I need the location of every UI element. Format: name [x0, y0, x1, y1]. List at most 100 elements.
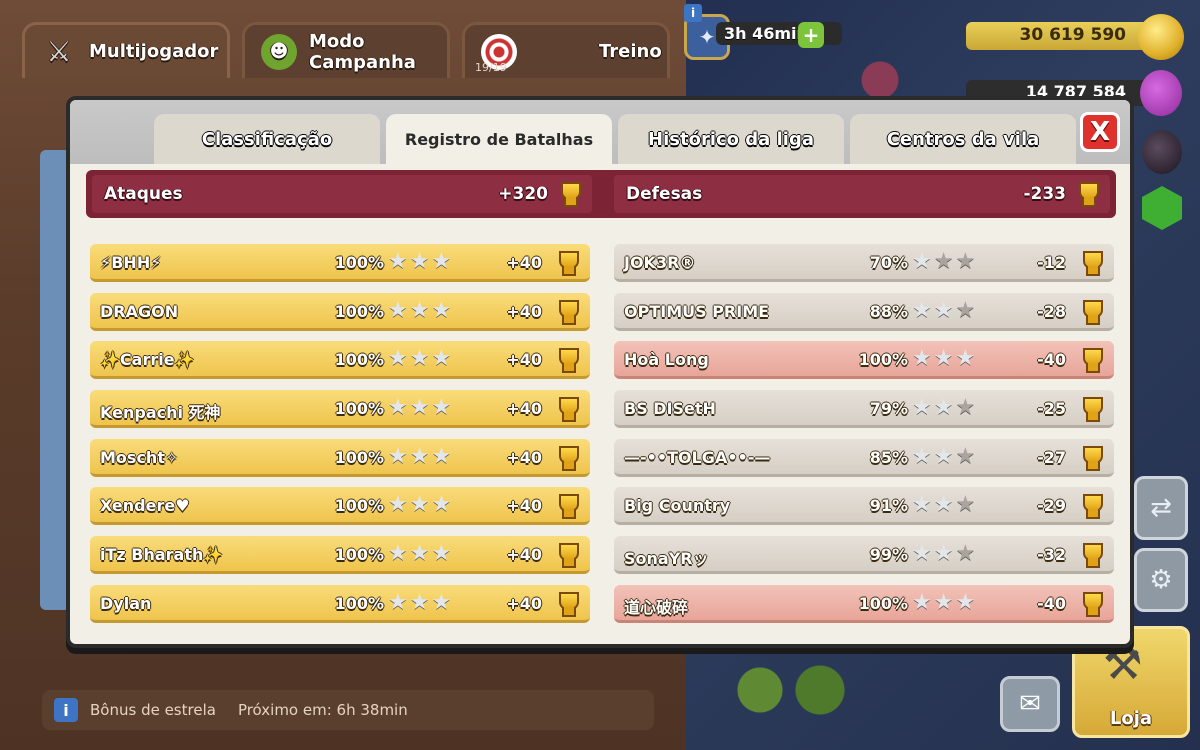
trophy-icon: [1080, 591, 1103, 617]
star-icon: ★: [431, 395, 452, 421]
star-rating: ★ ★ ★: [912, 396, 975, 420]
star-rating: ★ ★ ★: [388, 396, 451, 420]
trophy-icon: [556, 591, 579, 617]
tab-campaign[interactable]: ☻ Modo Campanha: [242, 22, 450, 78]
defenses-summary: Defesas -233: [614, 175, 1110, 213]
attack-row[interactable]: ✨Carrie✨ 100% ★ ★ ★ +40: [90, 341, 590, 380]
star-bonus-bar: i Bônus de estrela Próximo em: 6h 38min: [42, 690, 654, 730]
defenses-label: Defesas: [626, 184, 703, 204]
player-name: Moscht✧: [100, 447, 179, 467]
trophy-change: +40: [506, 350, 542, 370]
defense-row[interactable]: SonaYRッ 99% ★ ★ ★ -32: [614, 536, 1114, 575]
trophy-change: +40: [506, 399, 542, 419]
star-icon: ★: [912, 395, 932, 421]
star-icon: ★: [933, 589, 954, 615]
tab-training[interactable]: 19/19 Treino: [462, 22, 670, 78]
tab-multiplayer[interactable]: ⚔ Multijogador: [22, 22, 230, 78]
player-name: Xendere♥: [100, 496, 190, 516]
trophy-icon: [556, 543, 579, 569]
defense-row[interactable]: OPTIMUS PRIME 88% ★ ★ ★ -28: [614, 292, 1114, 331]
tab-league-history[interactable]: Histórico da liga: [618, 114, 844, 164]
destruction-percent: 100%: [334, 447, 384, 467]
attack-row[interactable]: DRAGON 100% ★ ★ ★ +40: [90, 292, 590, 331]
star-icon: ★: [409, 541, 430, 567]
attack-row[interactable]: Moscht✧ 100% ★ ★ ★ +40: [90, 438, 590, 477]
attack-row[interactable]: Dylan 100% ★ ★ ★ +40: [90, 584, 590, 623]
star-icon: ★: [955, 492, 976, 518]
close-button[interactable]: X: [1080, 112, 1120, 152]
tab-town-halls[interactable]: Centros da vila: [850, 114, 1076, 164]
destruction-percent: 70%: [869, 253, 908, 272]
star-icon: ★: [933, 346, 954, 372]
star-icon: ★: [933, 443, 954, 469]
attacks-total: +320: [498, 184, 548, 204]
trophy-icon: [1080, 397, 1103, 423]
star-rating: ★ ★ ★: [912, 443, 975, 469]
defense-row[interactable]: Hoà Long 100% ★ ★ ★ -40: [614, 341, 1114, 380]
tab-battle-log[interactable]: Registro de Batalhas: [386, 114, 612, 164]
attack-row[interactable]: iTz Bharath✨ 100% ★ ★ ★ +40: [90, 536, 590, 575]
player-name: Big Country: [624, 496, 731, 516]
trophy-change: +40: [506, 253, 542, 272]
attack-row[interactable]: Kenpachi 死神 100% ★ ★ ★ +40: [90, 390, 590, 429]
tab-ranking[interactable]: Classificação: [154, 114, 380, 164]
defense-list: JOK3R® 70% ★ ★ ★ -12 OPTIMUS PRIME 88% ★ ★ ★ -28 Hoà…: [614, 244, 1114, 634]
info-icon[interactable]: i: [54, 698, 78, 722]
star-icon: ★: [409, 249, 430, 274]
star-icon: ★: [431, 249, 452, 274]
trophy-change: -29: [1037, 496, 1066, 516]
defense-row[interactable]: BS DISetH 79% ★ ★ ★ -25: [614, 390, 1114, 429]
trophy-change: -12: [1037, 253, 1066, 272]
top-tabs: ⚔ Multijogador ☻ Modo Campanha 19/19 Tre…: [22, 22, 670, 78]
notes-button[interactable]: ✉: [1000, 676, 1060, 732]
star-icon: ★: [912, 346, 932, 372]
star-icon: ★: [912, 297, 932, 323]
star-icon: ★: [955, 346, 976, 372]
trophy-change: +40: [506, 301, 542, 321]
star-icon: ★: [912, 541, 932, 567]
star-icon: ★: [409, 297, 430, 323]
defense-row[interactable]: 道心破碎 100% ★ ★ ★ -40: [614, 584, 1114, 623]
star-icon: ★: [388, 443, 408, 469]
player-name: ⚡BHH⚡: [100, 253, 162, 272]
tab-training-label: Treino: [599, 41, 662, 62]
player-name: Kenpachi 死神: [100, 403, 221, 423]
gold-coin-icon: [1138, 14, 1184, 60]
star-icon: ★: [409, 492, 430, 518]
destruction-percent: 100%: [334, 593, 384, 613]
star-rating: ★ ★ ★: [388, 493, 451, 517]
player-name: —-••TOLGA••-—: [624, 447, 771, 467]
trophy-change: -32: [1037, 545, 1066, 565]
star-icon: ★: [955, 297, 976, 323]
star-icon: ★: [409, 395, 430, 421]
star-icon: ★: [933, 395, 954, 421]
player-name: DRAGON: [100, 301, 179, 321]
star-icon: ★: [955, 249, 976, 274]
defense-row[interactable]: —-••TOLGA••-— 85% ★ ★ ★ -27: [614, 438, 1114, 477]
destruction-percent: 99%: [869, 545, 908, 565]
attack-list: ⚡BHH⚡ 100% ★ ★ ★ +40 DRAGON 100% ★ ★ ★ +40 ✨Carrie✨ 1…: [90, 244, 590, 634]
swords-icon: ⚔: [46, 35, 72, 68]
destruction-percent: 91%: [869, 496, 908, 516]
star-icon: ★: [388, 346, 408, 372]
player-name: OPTIMUS PRIME: [624, 301, 770, 321]
destruction-percent: 100%: [334, 253, 384, 272]
defense-row[interactable]: JOK3R® 70% ★ ★ ★ -12: [614, 244, 1114, 282]
shield-info-icon[interactable]: i: [684, 4, 702, 22]
trophy-icon: [558, 182, 581, 207]
settings-button[interactable]: ⚙: [1134, 548, 1188, 612]
defense-row[interactable]: Big Country 91% ★ ★ ★ -29: [614, 487, 1114, 526]
destruction-percent: 88%: [869, 301, 908, 321]
attack-row[interactable]: Xendere♥ 100% ★ ★ ★ +40: [90, 487, 590, 526]
star-icon: ★: [388, 492, 408, 518]
add-shield-button[interactable]: +: [798, 22, 824, 48]
defenses-total: -233: [1023, 184, 1066, 204]
star-icon: ★: [431, 492, 452, 518]
star-rating: ★ ★ ★: [912, 297, 976, 323]
edit-layout-button[interactable]: ⇄: [1134, 476, 1188, 540]
goblin-icon: ☻: [261, 33, 297, 70]
attack-row[interactable]: ⚡BHH⚡ 100% ★ ★ ★ +40: [90, 244, 590, 282]
tab-multiplayer-label: Multijogador: [89, 41, 219, 62]
trophy-change: -25: [1037, 399, 1066, 419]
star-icon: ★: [431, 541, 452, 567]
